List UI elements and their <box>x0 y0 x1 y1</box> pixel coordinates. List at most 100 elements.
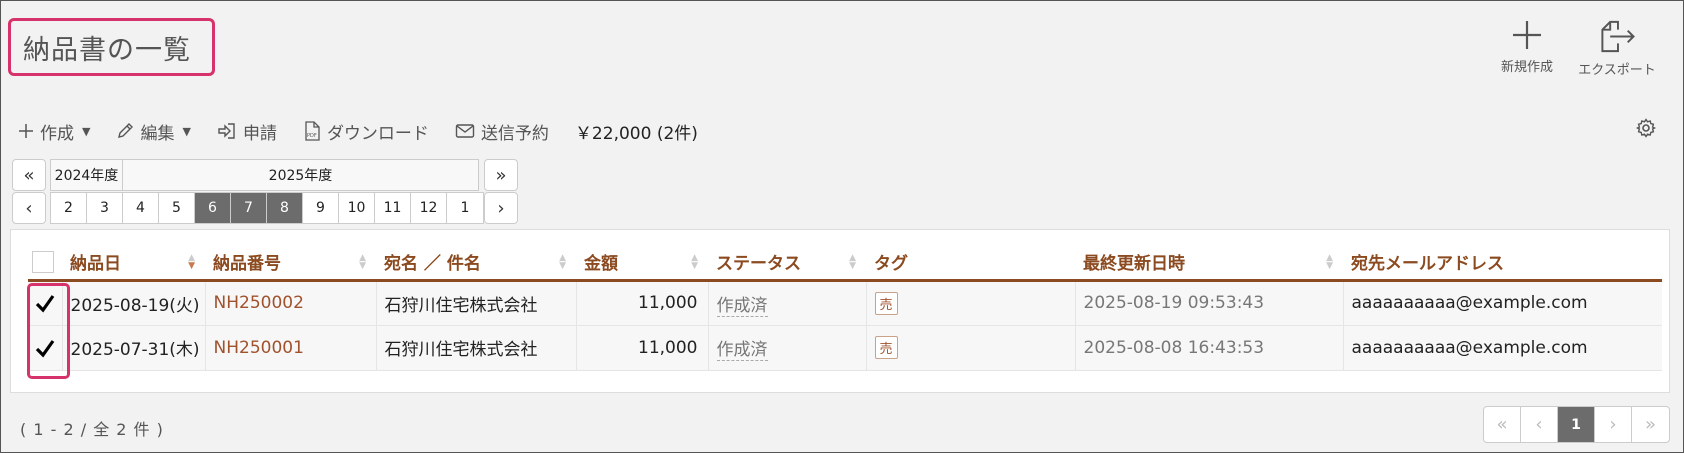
last-updated: 2025-08-08 16:43:53 <box>1075 325 1344 371</box>
double-chevron-left-icon: « <box>23 164 35 186</box>
prev-year-button[interactable]: « <box>12 159 46 191</box>
column-header-email: 宛先メールアドレス <box>1343 245 1662 282</box>
year-2025[interactable]: 2025年度 <box>123 160 478 190</box>
month-10[interactable]: 10 <box>339 193 375 223</box>
column-header-addressee[interactable]: 宛名 ／ 件名 ▲ ▼ <box>376 245 576 282</box>
fiscal-year-bar: 2024年度 2025年度 <box>50 159 479 191</box>
column-label-addressee: 宛名 ／ 件名 <box>384 254 481 275</box>
next-year-button[interactable]: » <box>484 159 518 191</box>
month-8[interactable]: 8 <box>267 193 303 223</box>
current-page-button[interactable]: 1 <box>1558 407 1595 442</box>
next-month-button[interactable]: › <box>484 192 518 224</box>
month-9[interactable]: 9 <box>303 193 339 223</box>
chevron-left-icon: ‹ <box>25 197 33 219</box>
sort-icon: ▲ ▼ <box>359 253 366 271</box>
sort-icon: ▲ ▼ <box>691 253 698 271</box>
double-chevron-right-icon: » <box>495 164 507 186</box>
column-header-date[interactable]: 納品日 ▲ ▼ <box>62 245 205 282</box>
addressee: 石狩川住宅株式会社 <box>376 325 577 371</box>
table-row[interactable]: 2025-07-31(木) NH250001 石狩川住宅株式会社 11,000 … <box>28 325 1662 371</box>
sort-icon: ▲ ▼ <box>849 253 856 271</box>
pagination: « ‹ 1 › » <box>1483 406 1670 443</box>
year-2024[interactable]: 2024年度 <box>51 160 123 190</box>
status-label[interactable]: 作成済 <box>716 295 768 317</box>
delivery-date: 2025-07-31(木) <box>62 325 206 371</box>
month-2[interactable]: 2 <box>51 193 87 223</box>
export-icon <box>1601 20 1635 53</box>
month-1[interactable]: 1 <box>447 193 483 223</box>
tag-badge: 売 <box>874 336 898 359</box>
caret-down-icon: ▼ <box>182 124 191 138</box>
new-create-button[interactable]: 新規作成 <box>1482 18 1572 78</box>
chevron-right-icon: › <box>497 197 505 219</box>
row-checkbox-cell <box>28 280 63 326</box>
status-label[interactable]: 作成済 <box>716 340 768 361</box>
next-page-button[interactable]: › <box>1595 407 1632 442</box>
plus-icon <box>1513 21 1541 49</box>
gear-icon <box>1635 118 1657 138</box>
prev-month-button[interactable]: ‹ <box>12 192 46 224</box>
month-12[interactable]: 12 <box>411 193 447 223</box>
invoice-table: 納品日 ▲ ▼ 納品番号 ▲ ▼ 宛名 ／ 件名 ▲ ▼ 金額 ▲ ▼ ステータス <box>28 245 1662 371</box>
checkmark-icon[interactable] <box>34 337 56 359</box>
prev-page-button[interactable]: ‹ <box>1521 407 1558 442</box>
column-label-updated: 最終更新日時 <box>1083 254 1185 275</box>
column-header-amount[interactable]: 金額 ▲ ▼ <box>576 245 708 282</box>
column-label-tag: タグ <box>874 254 908 275</box>
checkmark-icon[interactable] <box>34 292 56 314</box>
invoice-number-link[interactable]: NH250002 <box>205 280 377 326</box>
status-cell: 作成済 <box>708 280 867 326</box>
recipient-email: aaaaaaaaaa@example.com <box>1343 280 1662 326</box>
month-3[interactable]: 3 <box>87 193 123 223</box>
sign-in-icon <box>218 123 235 139</box>
month-7[interactable]: 7 <box>231 193 267 223</box>
caret-down-icon: ▼ <box>82 124 91 138</box>
month-6[interactable]: 6 <box>195 193 231 223</box>
addressee: 石狩川住宅株式会社 <box>376 280 577 326</box>
download-button[interactable]: PDF ダウンロード <box>303 119 429 144</box>
last-updated: 2025-08-19 09:53:43 <box>1075 280 1344 326</box>
column-label-number: 納品番号 <box>213 254 281 275</box>
download-label: ダウンロード <box>326 123 429 144</box>
month-selector: 2 3 4 5 6 7 8 9 10 11 12 1 <box>50 192 484 224</box>
svg-text:PDF: PDF <box>307 133 317 139</box>
amount: 11,000 <box>576 325 709 371</box>
column-label-email: 宛先メールアドレス <box>1351 254 1504 275</box>
record-count: ( 1 - 2 / 全 2 件 ) <box>20 420 164 439</box>
select-all-checkbox[interactable] <box>32 250 54 273</box>
invoice-number-link[interactable]: NH250001 <box>205 325 377 371</box>
edit-dropdown[interactable]: 編集 ▼ <box>116 119 191 144</box>
tag-cell: 売 <box>866 280 1076 326</box>
column-label-date: 納品日 <box>70 254 121 275</box>
column-label-status: ステータス <box>716 254 801 275</box>
page-title-box: 納品書の一覧 <box>8 18 215 76</box>
column-header-status[interactable]: ステータス ▲ ▼ <box>708 245 866 282</box>
sort-desc-icon: ▲ ▼ <box>188 253 195 271</box>
recipient-email: aaaaaaaaaa@example.com <box>1343 325 1662 371</box>
settings-button[interactable] <box>1635 118 1657 142</box>
envelope-icon <box>455 124 475 138</box>
apply-label: 申請 <box>242 123 277 144</box>
column-header-number[interactable]: 納品番号 ▲ ▼ <box>205 245 376 282</box>
apply-button[interactable]: 申請 <box>217 119 277 144</box>
table-row[interactable]: 2025-08-19(火) NH250002 石狩川住宅株式会社 11,000 … <box>28 280 1662 326</box>
create-dropdown[interactable]: 作成 ▼ <box>18 119 90 144</box>
total-amount: ￥22,000 (2件) <box>574 123 698 144</box>
column-header-updated[interactable]: 最終更新日時 ▲ ▼ <box>1075 245 1343 282</box>
page-title: 納品書の一覧 <box>23 34 191 66</box>
status-cell: 作成済 <box>708 325 867 371</box>
month-11[interactable]: 11 <box>375 193 411 223</box>
toolbar: 作成 ▼ 編集 ▼ 申請 PDF ダウンロード 送信予約 ￥22,000 (2件… <box>18 116 698 146</box>
last-page-button[interactable]: » <box>1632 407 1669 442</box>
schedule-send-button[interactable]: 送信予約 <box>455 119 549 144</box>
pencil-icon <box>118 123 134 138</box>
sort-icon: ▲ ▼ <box>559 253 566 271</box>
column-header-tag: タグ <box>866 245 1075 282</box>
month-4[interactable]: 4 <box>123 193 159 223</box>
export-label: エクスポート <box>1578 63 1656 78</box>
export-button[interactable]: エクスポート <box>1572 18 1662 78</box>
first-page-button[interactable]: « <box>1484 407 1521 442</box>
row-checkbox-cell <box>28 325 63 371</box>
tag-cell: 売 <box>866 325 1076 371</box>
month-5[interactable]: 5 <box>159 193 195 223</box>
